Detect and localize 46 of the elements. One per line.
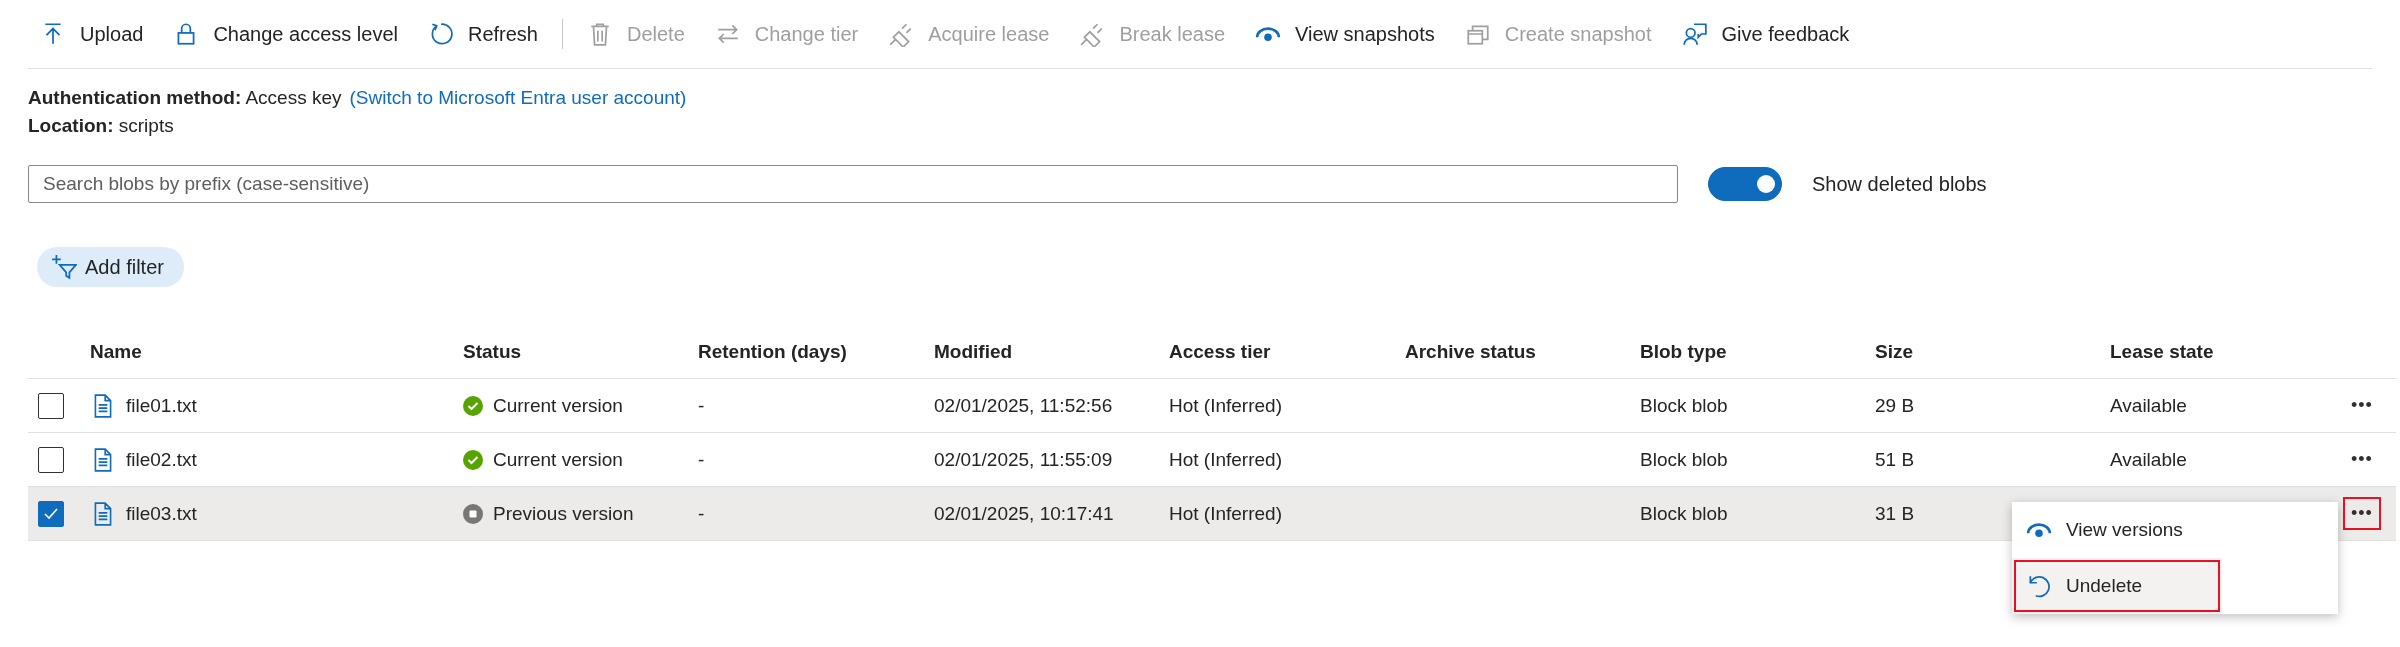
switch-link[interactable]: (Switch to Microsoft Entra user account) — [349, 87, 687, 109]
access-tier-cell: Hot (Inferred) — [1169, 502, 1282, 525]
access-tier-cell: Hot (Inferred) — [1169, 448, 1282, 471]
size-cell: 31 B — [1875, 502, 1915, 525]
menu-item[interactable]: View versions — [2012, 502, 2338, 558]
toolbar-button[interactable]: Upload — [28, 9, 156, 59]
modified-cell: 02/01/2025, 11:55:09 — [934, 448, 1113, 471]
retention-cell: - — [698, 502, 705, 525]
blob-type-cell: Block blob — [1640, 502, 1728, 525]
feedback-icon — [1681, 21, 1708, 47]
size-cell: 29 B — [1875, 394, 1915, 417]
modified-cell: 02/01/2025, 10:17:41 — [934, 502, 1114, 525]
status-text: Previous version — [493, 502, 634, 525]
toggle-label: Show deleted blobs — [1812, 172, 1987, 196]
size-cell: 51 B — [1875, 448, 1915, 471]
access-tier-cell: Hot (Inferred) — [1169, 394, 1282, 417]
more-button[interactable]: ••• — [2345, 499, 2379, 528]
search-field[interactable]: Search blobs by prefix (case-sensitive) — [28, 165, 1678, 203]
status-text: Current version — [493, 394, 623, 417]
info-text: Authentication method: Access key — [28, 87, 342, 109]
toolbar-button[interactable]: Change access level — [161, 9, 410, 59]
retention-cell: - — [698, 394, 705, 417]
add-filter-button[interactable]: Add filter — [37, 247, 184, 287]
info-text: Location: scripts — [28, 115, 174, 137]
row-checkbox[interactable] — [38, 446, 64, 473]
more-button[interactable]: ••• — [2345, 391, 2379, 420]
toolbar-button[interactable]: Refresh — [415, 9, 550, 59]
retention-cell: - — [698, 448, 705, 471]
blob-type-cell: Block blob — [1640, 394, 1728, 417]
undo-icon — [2026, 573, 2052, 599]
row-checkbox[interactable] — [38, 392, 64, 419]
file-name[interactable]: file02.txt — [126, 448, 197, 471]
file-name[interactable]: file01.txt — [126, 394, 197, 417]
filter-plus-icon — [51, 254, 77, 280]
row-checkbox[interactable] — [38, 500, 64, 527]
modified-cell: 02/01/2025, 11:52:56 — [934, 394, 1113, 417]
lease-state-cell: Available — [2110, 394, 2187, 417]
toggle-switch[interactable] — [1708, 167, 1782, 201]
toolbar-button[interactable]: View snapshots — [1243, 9, 1447, 59]
blob-type-cell: Block blob — [1640, 448, 1728, 471]
lease-state-cell: Available — [2110, 448, 2187, 471]
file-name[interactable]: file03.txt — [126, 502, 197, 525]
more-button[interactable]: ••• — [2345, 445, 2379, 474]
menu-item[interactable]: Undelete — [2012, 558, 2222, 614]
status-text: Current version — [493, 448, 623, 471]
toolbar-button[interactable]: Give feedback — [1669, 9, 1862, 59]
